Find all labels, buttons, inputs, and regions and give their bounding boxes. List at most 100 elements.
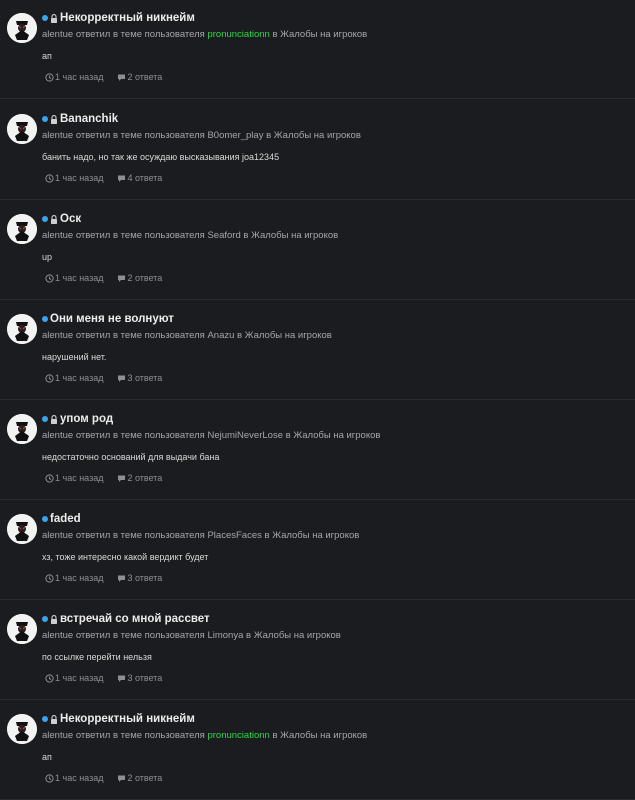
- activity-item: Bananchik alentue ответил в теме пользов…: [0, 101, 635, 200]
- forum-link[interactable]: Жалобы на игроков: [280, 730, 367, 741]
- activity-item: Они меня не волнуют alentue ответил в те…: [0, 301, 635, 400]
- action-text: ответил в теме пользователя: [75, 29, 205, 40]
- avatar[interactable]: [7, 13, 37, 43]
- in-text: в: [246, 630, 252, 641]
- author-link[interactable]: alentue: [42, 230, 73, 241]
- replies-count[interactable]: 2 ответа: [127, 773, 162, 783]
- clock-icon: [45, 72, 54, 82]
- avatar[interactable]: [7, 614, 37, 644]
- forum-link[interactable]: Жалобы на игроков: [280, 29, 367, 40]
- author-link[interactable]: alentue: [42, 130, 73, 141]
- replies-count[interactable]: 4 ответа: [127, 173, 162, 183]
- avatar[interactable]: [7, 314, 37, 344]
- thread-title-link[interactable]: faded: [50, 513, 81, 525]
- forum-link[interactable]: Жалобы на игроков: [293, 430, 380, 441]
- avatar[interactable]: [7, 414, 37, 444]
- activity-meta: 1 час назад 4 ответа: [45, 173, 162, 183]
- avatar[interactable]: [7, 214, 37, 244]
- post-snippet[interactable]: ап: [42, 51, 52, 61]
- comment-icon: [117, 174, 126, 183]
- lock-icon: [50, 214, 58, 224]
- clock-icon: [45, 573, 54, 583]
- thread-title-link[interactable]: Bananchik: [60, 113, 118, 125]
- unread-dot-icon: [42, 15, 48, 21]
- thread-user-link[interactable]: Seaford: [207, 230, 240, 241]
- time-label[interactable]: 1 час назад: [55, 72, 103, 82]
- activity-item: Некорректный никнейм alentue ответил в т…: [0, 701, 635, 800]
- post-snippet[interactable]: недостаточно оснований для выдачи бана: [42, 452, 219, 462]
- comment-icon: [117, 774, 126, 783]
- unread-dot-icon: [42, 716, 48, 722]
- clock-icon: [45, 173, 54, 183]
- thread-user-link[interactable]: Anazu: [207, 330, 234, 341]
- post-snippet[interactable]: ап: [42, 752, 52, 762]
- post-snippet[interactable]: по ссылке перейти нельзя: [42, 652, 152, 662]
- time-label[interactable]: 1 час назад: [55, 573, 103, 583]
- comment-icon: [117, 474, 126, 483]
- lock-icon: [50, 414, 58, 424]
- activity-item: встречай со мной рассвет alentue ответил…: [0, 601, 635, 700]
- clock-icon: [45, 673, 54, 683]
- author-link[interactable]: alentue: [42, 430, 73, 441]
- time-label[interactable]: 1 час назад: [55, 173, 103, 183]
- forum-link[interactable]: Жалобы на игроков: [274, 130, 361, 141]
- action-text: ответил в теме пользователя: [75, 230, 205, 241]
- thread-title-link[interactable]: Оск: [60, 213, 81, 225]
- thread-title-link[interactable]: Некорректный никнейм: [60, 713, 195, 725]
- thread-user-link[interactable]: pronunciationn: [207, 730, 269, 741]
- in-text: в: [237, 330, 243, 341]
- in-text: в: [272, 29, 278, 40]
- action-text: ответил в теме пользователя: [75, 530, 205, 541]
- time-label[interactable]: 1 час назад: [55, 673, 103, 683]
- forum-link[interactable]: Жалобы на игроков: [254, 630, 341, 641]
- thread-title-link[interactable]: Они меня не волнуют: [50, 313, 174, 325]
- thread-user-link[interactable]: Limonya: [207, 630, 243, 641]
- forum-link[interactable]: Жалобы на игроков: [251, 230, 338, 241]
- replies-count[interactable]: 3 ответа: [127, 573, 162, 583]
- unread-dot-icon: [42, 116, 48, 122]
- unread-dot-icon: [42, 616, 48, 622]
- author-link[interactable]: alentue: [42, 730, 73, 741]
- thread-title-link[interactable]: встречай со мной рассвет: [60, 613, 210, 625]
- action-text: ответил в теме пользователя: [75, 630, 205, 641]
- post-snippet[interactable]: up: [42, 252, 52, 262]
- unread-dot-icon: [42, 216, 48, 222]
- author-link[interactable]: alentue: [42, 29, 73, 40]
- avatar[interactable]: [7, 714, 37, 744]
- time-label[interactable]: 1 час назад: [55, 273, 103, 283]
- thread-user-link[interactable]: B0omer_play: [207, 130, 263, 141]
- replies-count[interactable]: 3 ответа: [127, 373, 162, 383]
- forum-link[interactable]: Жалобы на игроков: [245, 330, 332, 341]
- time-label[interactable]: 1 час назад: [55, 473, 103, 483]
- thread-user-link[interactable]: pronunciationn: [207, 29, 269, 40]
- thread-title-link[interactable]: Некорректный никнейм: [60, 12, 195, 24]
- post-snippet[interactable]: нарушений нет.: [42, 352, 106, 362]
- replies-count[interactable]: 3 ответа: [127, 673, 162, 683]
- thread-user-link[interactable]: NejumiNeverLose: [207, 430, 283, 441]
- activity-byline: alentue ответил в теме пользователя pron…: [42, 29, 367, 40]
- forum-link[interactable]: Жалобы на игроков: [272, 530, 359, 541]
- avatar[interactable]: [7, 114, 37, 144]
- comment-icon: [117, 73, 126, 82]
- lock-icon: [50, 714, 58, 724]
- replies-count[interactable]: 2 ответа: [127, 473, 162, 483]
- post-snippet[interactable]: банить надо, но так же осуждаю высказыва…: [42, 152, 279, 162]
- thread-user-link[interactable]: PlacesFaces: [207, 530, 261, 541]
- clock-icon: [45, 373, 54, 383]
- action-text: ответил в теме пользователя: [75, 330, 205, 341]
- replies-count[interactable]: 2 ответа: [127, 273, 162, 283]
- author-link[interactable]: alentue: [42, 630, 73, 641]
- in-text: в: [243, 230, 249, 241]
- activity-meta: 1 час назад 2 ответа: [45, 473, 162, 483]
- replies-count[interactable]: 2 ответа: [127, 72, 162, 82]
- activity-item: упом род alentue ответил в теме пользова…: [0, 401, 635, 500]
- activity-byline: alentue ответил в теме пользователя B0om…: [42, 130, 361, 141]
- time-label[interactable]: 1 час назад: [55, 373, 103, 383]
- time-label[interactable]: 1 час назад: [55, 773, 103, 783]
- author-link[interactable]: alentue: [42, 330, 73, 341]
- activity-meta: 1 час назад 2 ответа: [45, 273, 162, 283]
- post-snippet[interactable]: хз, тоже интересно какой вердикт будет: [42, 552, 208, 562]
- thread-title-link[interactable]: упом род: [60, 413, 113, 425]
- author-link[interactable]: alentue: [42, 530, 73, 541]
- avatar[interactable]: [7, 514, 37, 544]
